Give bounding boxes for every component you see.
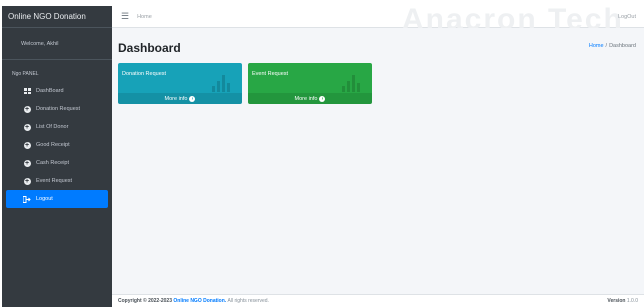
box-title: Donation Request — [122, 71, 167, 77]
breadcrumb-home-link[interactable]: Home — [589, 43, 604, 49]
sidebar-item-label: Donation Request — [36, 106, 81, 112]
user-panel: Welcome, Akhil — [2, 28, 112, 60]
more-info-label: More info — [164, 95, 188, 102]
sidebar-item-label: Event Request — [36, 178, 73, 184]
more-info-label: More info — [294, 95, 318, 102]
plus-circle-icon: + — [23, 177, 31, 185]
donation-request-box: Donation Request More info › — [118, 63, 242, 104]
sidebar-item-dashboard[interactable]: DashBoard — [6, 82, 108, 100]
copyright-text: Copyright © 2022-2023 — [118, 298, 172, 304]
plus-circle-icon: + — [23, 141, 31, 149]
breadcrumb: Home / Dashboard — [589, 43, 636, 49]
welcome-text: Welcome, Akhil — [21, 40, 59, 47]
navbar-logout-link[interactable]: LogOut — [618, 14, 636, 20]
plus-circle-icon: + — [23, 105, 31, 113]
menu-toggle-icon[interactable]: ☰ — [121, 11, 129, 22]
top-navbar: ☰ Home Anacron Tech LogOut — [112, 3, 644, 36]
brand-link[interactable]: Online NGO Donation — [2, 6, 112, 28]
version-info: Version 1.0.0 — [607, 298, 638, 304]
content-wrapper: Dashboard Home / Dashboard Donation Reques… — [112, 28, 644, 294]
breadcrumb-separator: / — [605, 43, 608, 49]
dashboard-grid-icon — [23, 87, 31, 95]
version-value: 1.0.0 — [626, 298, 638, 304]
bar-chart-icon — [342, 74, 360, 92]
breadcrumb-current: Dashboard — [609, 43, 636, 49]
sidebar-item-donation-request[interactable]: + Donation Request — [6, 100, 108, 118]
footer-site-link[interactable]: Online NGO Donation. — [173, 298, 226, 304]
sidebar-item-label: Logout — [36, 196, 53, 202]
sidebar-item-logout[interactable]: Logout — [6, 190, 108, 208]
sidebar-item-event-request[interactable]: + Event Request — [6, 172, 108, 190]
sidebar-item-list-of-donor[interactable]: + List Of Donor — [6, 118, 108, 136]
sidebar-item-label: DashBoard — [36, 88, 64, 94]
sidebar: Online NGO Donation Welcome, Akhil Ngo P… — [2, 6, 112, 307]
sidebar-item-label: Cash Receipt — [36, 160, 70, 166]
nav-home-link[interactable]: Home — [137, 14, 152, 20]
logout-icon — [23, 195, 31, 203]
sidebar-item-label: List Of Donor — [36, 124, 69, 130]
brand-title: Online NGO Donation — [8, 12, 86, 21]
page-title: Dashboard — [118, 41, 181, 55]
footer-rights: All rights reserved. — [227, 298, 269, 304]
sidebar-item-label: Good Receipt — [36, 142, 70, 148]
bar-chart-icon — [212, 74, 230, 92]
sidebar-item-cash-receipt[interactable]: + Cash Receipt — [6, 154, 108, 172]
nav-header: Ngo PANEL — [12, 71, 39, 77]
version-label: Version — [607, 298, 626, 304]
event-request-box: Event Request More info › — [248, 63, 372, 104]
more-info-link[interactable]: More info › — [248, 93, 372, 104]
box-title: Event Request — [252, 71, 289, 77]
more-info-link[interactable]: More info › — [118, 93, 242, 104]
arrow-circle-right-icon: › — [189, 95, 196, 102]
sidebar-item-good-receipt[interactable]: + Good Receipt — [6, 136, 108, 154]
arrow-circle-right-icon: › — [319, 95, 326, 102]
plus-circle-icon: + — [23, 123, 31, 131]
plus-circle-icon: + — [23, 159, 31, 167]
main-footer: Copyright © 2022-2023 Online NGO Donatio… — [112, 294, 644, 307]
